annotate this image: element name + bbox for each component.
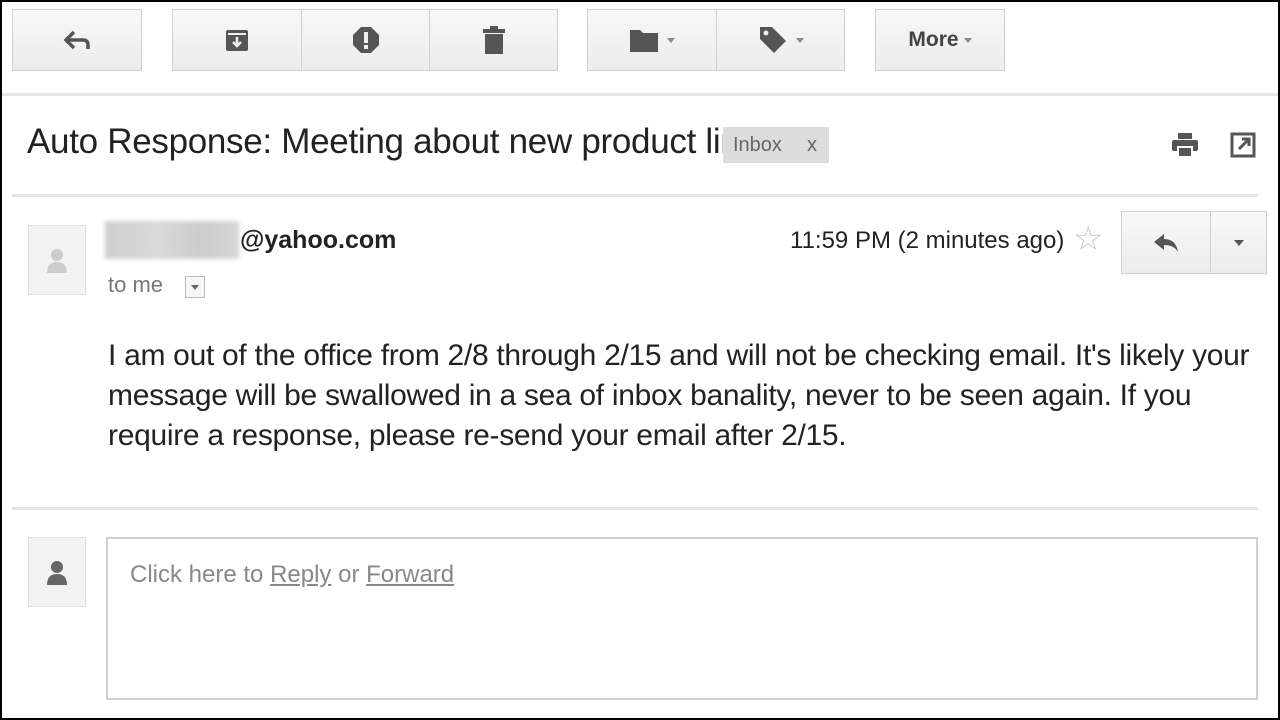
chevron-down-icon xyxy=(963,37,972,43)
sender-avatar xyxy=(28,225,86,295)
archive-icon xyxy=(226,30,248,51)
back-button[interactable] xyxy=(12,9,142,71)
chevron-down-icon xyxy=(191,284,199,290)
print-button[interactable] xyxy=(1170,130,1200,160)
delete-button[interactable] xyxy=(429,9,558,71)
more-button[interactable]: More xyxy=(875,9,1005,71)
toolbar-divider xyxy=(2,93,1278,96)
inbox-label-chip[interactable]: Inbox x xyxy=(723,127,829,163)
redacted-sender-name xyxy=(105,221,239,259)
reply-prompt-middle: or xyxy=(331,561,367,588)
report-spam-icon xyxy=(352,27,379,53)
chevron-down-icon xyxy=(1233,239,1244,246)
star-icon[interactable]: ☆ xyxy=(1073,222,1103,256)
new-window-icon xyxy=(1230,132,1256,158)
reply-link[interactable]: Reply xyxy=(270,561,331,588)
reply-prompt: Click here to Reply or Forward xyxy=(130,561,454,589)
archive-button[interactable] xyxy=(172,9,302,71)
labels-button[interactable] xyxy=(716,9,845,71)
reply-button[interactable] xyxy=(1121,211,1211,274)
recipient-label: to me xyxy=(108,272,164,297)
back-arrow-icon xyxy=(63,30,90,50)
subject-divider xyxy=(12,194,1258,197)
user-avatar xyxy=(28,537,86,607)
more-label: More xyxy=(908,28,959,51)
label-tag-icon xyxy=(759,27,786,53)
avatar-icon xyxy=(47,561,67,585)
new-window-button[interactable] xyxy=(1228,130,1258,160)
reply-icon xyxy=(1154,233,1178,252)
chevron-down-icon xyxy=(795,37,804,43)
label-name: Inbox xyxy=(733,133,782,156)
remove-label-button[interactable]: x xyxy=(807,134,817,157)
report-spam-button[interactable] xyxy=(301,9,430,71)
message-body: I am out of the office from 2/8 through … xyxy=(108,339,1250,452)
move-to-button[interactable] xyxy=(587,9,717,71)
message-time: 11:59 PM (2 minutes ago) xyxy=(790,227,1065,254)
print-icon xyxy=(1172,133,1198,158)
sender-email[interactable]: @yahoo.com xyxy=(240,226,396,255)
reply-prompt-prefix: Click here to xyxy=(130,561,271,588)
folder-icon xyxy=(630,30,658,52)
email-subject: Auto Response: Meeting about new product… xyxy=(27,122,759,161)
delete-icon xyxy=(482,26,505,54)
chevron-down-icon xyxy=(667,37,675,43)
reply-box[interactable]: Click here to Reply or Forward xyxy=(106,537,1258,700)
avatar-icon xyxy=(47,249,67,273)
forward-link[interactable]: Forward xyxy=(366,561,454,588)
show-details-button[interactable] xyxy=(185,276,205,298)
message-divider xyxy=(12,507,1258,510)
more-actions-button[interactable] xyxy=(1210,211,1267,274)
